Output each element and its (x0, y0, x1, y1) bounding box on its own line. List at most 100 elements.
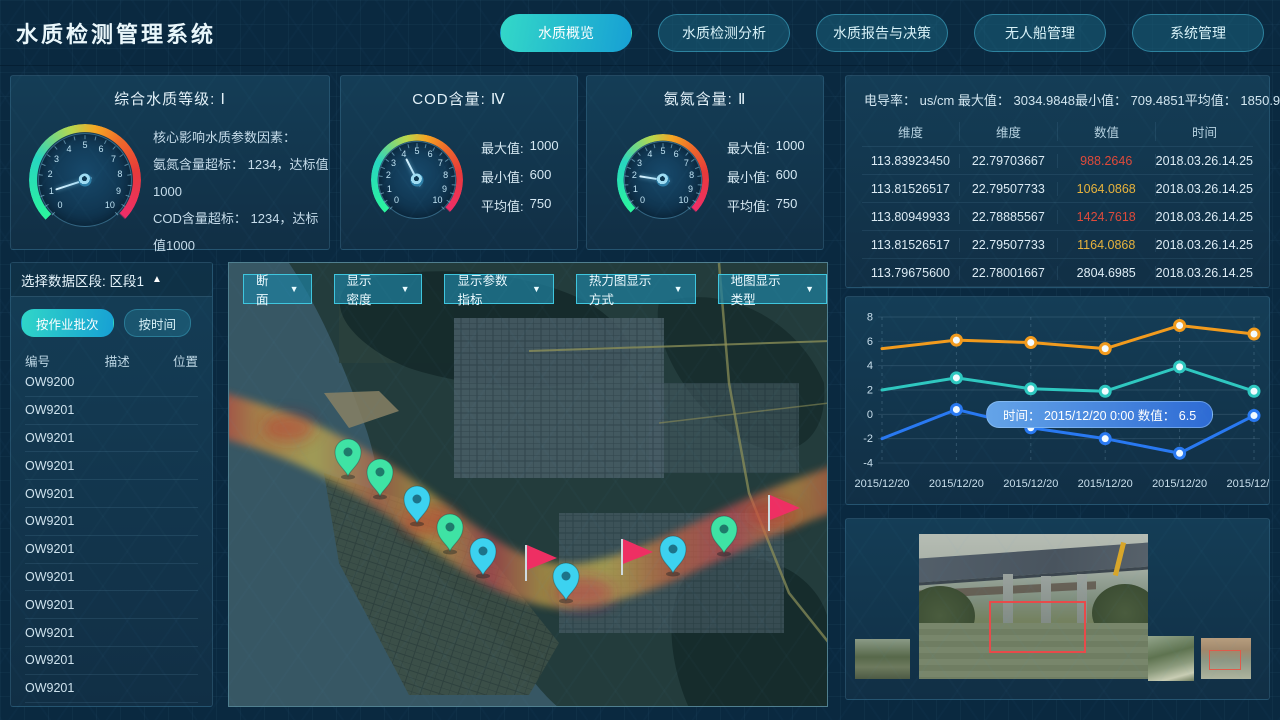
data-point[interactable] (1100, 386, 1110, 396)
data-point[interactable] (1249, 411, 1259, 421)
data-point[interactable] (951, 373, 961, 383)
cell-time: 2018.03.26.14.25 (1156, 154, 1253, 168)
list-item[interactable]: OW9201 (25, 536, 198, 564)
section-list: OW9200OW9201OW9201OW9201OW9201OW9201OW92… (25, 369, 198, 703)
site-photo-main[interactable] (919, 534, 1148, 679)
nav-item-4[interactable]: 系统管理 (1132, 14, 1264, 52)
item-id: OW9201 (25, 598, 74, 612)
gauge-scale-number: 5 (414, 146, 419, 156)
nav-item-2[interactable]: 水质报告与决策 (816, 14, 948, 52)
site-photo-thumb[interactable] (1201, 638, 1251, 679)
site-photo-thumb[interactable] (855, 639, 910, 679)
stat-label: 最大值: (727, 138, 770, 157)
stat-value: 750 (530, 196, 552, 215)
gauge-scale-number: 0 (394, 195, 399, 205)
dropdown-label: 地图显示类型 (731, 270, 788, 308)
nav-item-3[interactable]: 无人船管理 (974, 14, 1106, 52)
data-point[interactable] (1249, 329, 1259, 339)
list-column-header: 编号 (25, 351, 88, 370)
cell-latitude: 22.79703667 (960, 154, 1058, 168)
nav-item-1[interactable]: 水质检测分析 (658, 14, 790, 52)
gauge-scale-number: 8 (443, 170, 448, 180)
data-point[interactable] (1026, 384, 1036, 394)
stat-label: 平均值: (727, 196, 770, 215)
sensor-table-header: 维度维度数值时间 (862, 116, 1253, 147)
list-item[interactable]: OW9201 (25, 452, 198, 480)
page-title: 水质检测管理系统 (16, 17, 216, 49)
gauge-scale-number: 2 (632, 170, 637, 180)
x-tick-label: 2015/12/20 (854, 478, 909, 490)
list-item[interactable]: OW9201 (25, 647, 198, 675)
gauge-scale-number: 10 (105, 200, 115, 210)
stat-value: 1000 (776, 138, 805, 157)
gauge-scale-number: 4 (647, 149, 652, 159)
cell-value: 2804.6985 (1058, 266, 1156, 280)
list-item[interactable]: OW9201 (25, 397, 198, 425)
chevron-down-icon: ▼ (532, 284, 541, 294)
stat-label: 最小值: (481, 167, 524, 186)
data-point[interactable] (1100, 344, 1110, 354)
dropdown-label: 断面 (256, 270, 272, 308)
table-row: 113.8152651722.795077331064.08682018.03.… (862, 175, 1253, 203)
data-point[interactable] (1175, 448, 1185, 458)
data-point[interactable] (951, 335, 961, 345)
card-cod: COD含量: Ⅳ 012345678910 最大值:1000 最小值:600 平… (340, 75, 578, 250)
list-item[interactable]: OW9201 (25, 591, 198, 619)
item-id: OW9201 (25, 403, 74, 417)
y-tick-label: 0 (867, 409, 873, 421)
chevron-down-icon: ▼ (674, 284, 683, 294)
tab-by-time[interactable]: 按时间 (124, 309, 192, 337)
map-dropdown-2[interactable]: 显示参数指标▼ (444, 274, 553, 304)
y-tick-label: -2 (863, 433, 873, 445)
data-point[interactable] (1026, 338, 1036, 348)
conductivity-panel: 电导率： us/cm 最大值： 3034.9848最小值： 709.4851平均… (845, 75, 1270, 288)
cell-value: 1164.0868 (1058, 238, 1156, 252)
nav-item-0[interactable]: 水质概览 (500, 14, 632, 52)
gauge-scale-number: 1 (387, 184, 392, 194)
map-dropdown-1[interactable]: 显示密度▼ (334, 274, 423, 304)
table-row: 113.8094993322.788855671424.76182018.03.… (862, 203, 1253, 231)
map-dropdown-3[interactable]: 热力图显示方式▼ (576, 274, 696, 304)
map-dropdown-0[interactable]: 断面▼ (243, 274, 312, 304)
data-point[interactable] (951, 404, 961, 414)
x-tick-label: 2015/12/20 (1152, 478, 1207, 490)
list-item[interactable]: OW9200 (25, 369, 198, 397)
chevron-down-icon: ▼ (805, 284, 814, 294)
data-point[interactable] (1100, 434, 1110, 444)
stat-value: 600 (530, 167, 552, 186)
site-photo-thumb[interactable] (1148, 636, 1194, 681)
y-tick-label: 4 (867, 360, 873, 372)
list-item[interactable]: OW9201 (25, 564, 198, 592)
data-point[interactable] (1175, 362, 1185, 372)
list-item[interactable]: OW9201 (25, 425, 198, 453)
cell-time: 2018.03.26.14.25 (1156, 210, 1253, 224)
list-item[interactable]: OW9201 (25, 675, 198, 703)
table-row: 113.7967560022.780016672804.69852018.03.… (862, 259, 1253, 287)
gauge-hub (79, 174, 92, 187)
map[interactable]: 断面▼显示密度▼显示参数指标▼热力图显示方式▼地图显示类型▼ (228, 262, 828, 707)
list-item[interactable]: OW9201 (25, 508, 198, 536)
cell-time: 2018.03.26.14.25 (1156, 182, 1253, 196)
detection-box (1209, 650, 1241, 670)
gauge-scale-number: 8 (117, 169, 122, 179)
gauge-overall: 012345678910 (29, 124, 141, 236)
data-point[interactable] (1175, 321, 1185, 331)
series-line-teal (882, 367, 1254, 391)
list-item[interactable]: OW9201 (25, 619, 198, 647)
gauge-tick (128, 185, 132, 186)
gauge-tick (698, 184, 702, 185)
nav: 水质概览水质检测分析水质报告与决策无人船管理系统管理 (500, 14, 1264, 52)
data-point[interactable] (1249, 386, 1259, 396)
y-tick-label: 6 (867, 336, 873, 348)
gauge-tick (417, 143, 418, 147)
collapse-icon[interactable]: ▲ (152, 274, 162, 285)
stat-label: 平均值: (481, 196, 524, 215)
gauge-scale-number: 6 (99, 144, 104, 154)
gauge-ammonia: 012345678910 (617, 134, 709, 226)
column-header: 维度 (960, 122, 1058, 141)
tab-by-batch[interactable]: 按作业批次 (21, 309, 114, 337)
map-dropdown-4[interactable]: 地图显示类型▼ (718, 274, 827, 304)
list-item[interactable]: OW9201 (25, 480, 198, 508)
bridge-structure (919, 541, 1148, 586)
cell-longitude: 113.79675600 (862, 266, 960, 280)
